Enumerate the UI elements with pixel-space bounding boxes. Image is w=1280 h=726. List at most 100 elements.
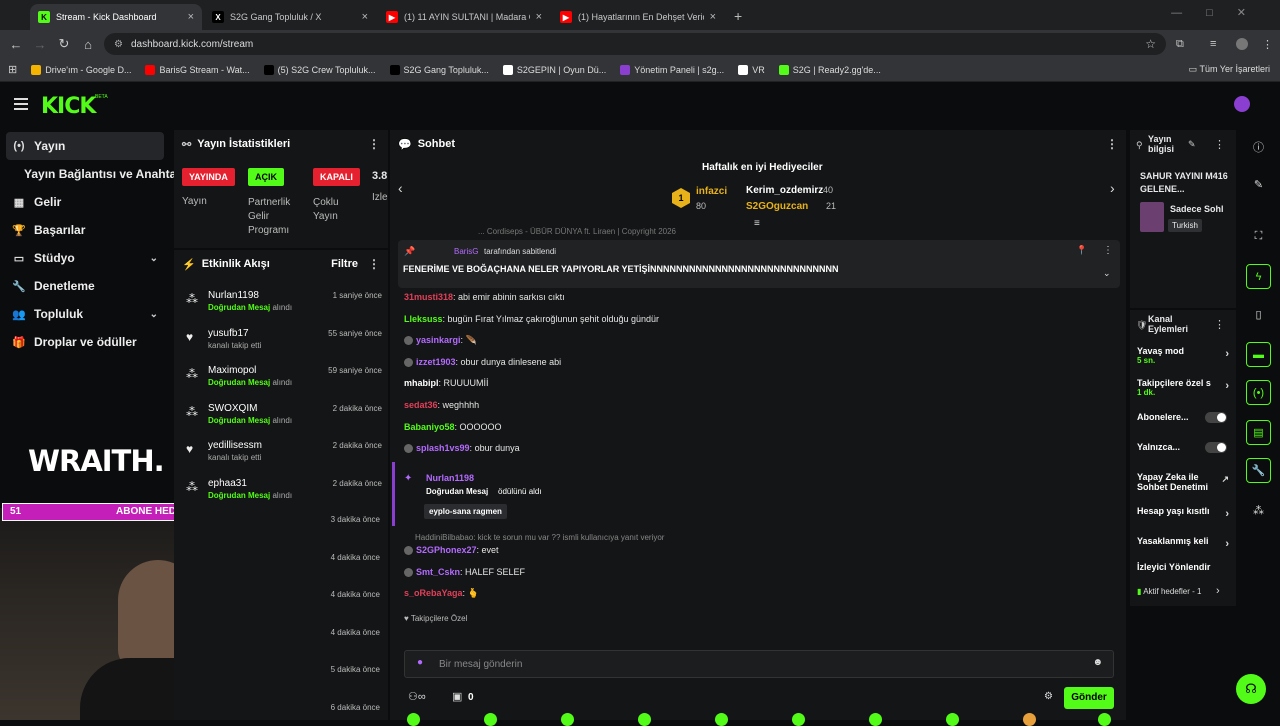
chevron-down-icon[interactable]: ⌄ <box>150 309 158 320</box>
chevron-right-icon[interactable]: › <box>1225 380 1229 392</box>
new-tab-button[interactable]: + <box>734 8 742 24</box>
bookmark-item[interactable]: S2G | Ready2.gg'de... <box>778 64 881 75</box>
mod-rail-icon[interactable]: ▤ <box>1246 420 1271 445</box>
pinned-expand-icon[interactable]: ⌄ <box>1103 268 1111 279</box>
nav-item[interactable]: 🏆 Başarılar <box>0 216 172 244</box>
media-icon[interactable]: ≡ <box>1210 38 1216 50</box>
nav-item[interactable]: 🔧 Denetleme <box>0 272 172 300</box>
channel-action-item[interactable]: Hesap yaşı kısıtlı › <box>1137 506 1229 520</box>
address-bar[interactable]: ⚙ dashboard.kick.com/stream ☆ <box>104 33 1166 55</box>
chevron-down-icon[interactable]: ⌄ <box>150 253 158 264</box>
bookmark-item[interactable]: BarisG Stream - Wat... <box>145 64 250 75</box>
nav-item[interactable]: ▭ Stüdyo ⌄ <box>0 244 172 272</box>
apps-icon[interactable]: ⊞ <box>8 63 17 76</box>
activity-menu-icon[interactable]: ⋮ <box>368 257 380 271</box>
toggle-switch[interactable] <box>1205 442 1227 453</box>
bookmark-item[interactable]: Drive'ım - Google D... <box>31 64 131 75</box>
active-goals-arrow-icon[interactable]: › <box>1216 585 1220 597</box>
chat-username[interactable]: izzet1903 <box>416 357 456 367</box>
send-button[interactable]: Gönder <box>1064 687 1114 709</box>
nav-item[interactable]: 👥 Topluluk ⌄ <box>0 300 172 328</box>
document-icon[interactable]: ▯ <box>1246 302 1271 327</box>
stats-menu-icon[interactable]: ⋮ <box>368 137 380 151</box>
activity-item[interactable]: ♥ yusufb17 kanalı takip etti 55 saniye önce <box>180 324 382 362</box>
activity-item[interactable]: ⁂ Nurlan1198 Doğrudan Mesaj alındı 1 saniye… <box>180 286 382 324</box>
info-menu-icon[interactable]: ⋮ <box>1214 138 1225 151</box>
filter-button[interactable]: Filtre <box>331 258 358 270</box>
bolt-rail-icon[interactable]: ϟ <box>1246 264 1271 289</box>
channel-action-item[interactable]: Yasaklanmış keli › <box>1137 536 1229 550</box>
external-link-icon[interactable]: ↗ <box>1221 474 1229 485</box>
user-avatar[interactable] <box>1234 96 1250 112</box>
all-bookmarks-link[interactable]: ▭ Tüm Yer İşaretleri <box>1189 64 1270 75</box>
info-edit-icon[interactable]: ✎ <box>1188 139 1196 150</box>
emoji-icon[interactable]: ☻ <box>1092 657 1103 668</box>
activity-item[interactable]: ♥ yedillisessm kanalı takip etti 2 dakika ö… <box>180 436 382 474</box>
back-icon[interactable]: ← <box>4 37 28 52</box>
chat-username[interactable]: Babaniyo58 <box>404 422 455 432</box>
menu-icon[interactable]: ⋮ <box>1262 38 1273 51</box>
bookmark-item[interactable]: S2G Gang Topluluk... <box>389 64 489 75</box>
chat-collapse-icon[interactable]: ≡ <box>754 218 760 229</box>
profile-avatar[interactable] <box>1236 38 1248 50</box>
tab-close-icon[interactable]: × <box>710 11 716 23</box>
channel-action-item[interactable]: İzleyici Yönlendir <box>1137 562 1229 572</box>
chat-username[interactable]: yasinkargi <box>416 335 461 345</box>
chat-username[interactable]: mhabipl <box>404 378 439 388</box>
bookmark-item[interactable]: S2GEPIN | Oyun Dü... <box>502 64 606 75</box>
browser-tab[interactable]: ▶ (1) Hayatlarının En Dehşet Veric × <box>552 4 724 30</box>
bookmark-star-icon[interactable]: ☆ <box>1145 37 1156 51</box>
info-icon[interactable]: ⓘ <box>1246 134 1271 159</box>
channel-action-item[interactable]: Yalnızca... <box>1137 442 1229 453</box>
channel-action-item[interactable]: Yapay Zeka ile Sohbet Denetimi ↗ <box>1137 472 1229 492</box>
extensions-icon[interactable]: ⧉ <box>1176 38 1184 51</box>
bookmark-item[interactable]: Yönetim Paneli | s2g... <box>620 64 724 75</box>
channel-action-item[interactable]: Yavaş mod 5 sn. › <box>1137 346 1229 365</box>
browser-tab[interactable]: ▶ (1) 11 AYIN SULTANI | Madara C × <box>378 4 550 30</box>
channel-action-item[interactable]: Abonelere... <box>1137 412 1229 423</box>
chat-username[interactable]: Smt_Cskn <box>416 567 460 577</box>
chevron-right-icon[interactable]: › <box>1225 508 1229 520</box>
browser-tab[interactable]: X S2G Gang Topluluk / X × <box>204 4 376 30</box>
broadcast-rail-icon[interactable]: (•) <box>1246 380 1271 405</box>
reload-icon[interactable]: ↻ <box>52 36 76 52</box>
chat-username[interactable]: Lleksuss <box>404 314 443 324</box>
activity-item[interactable]: ⁂ SWOXQIM Doğrudan Mesaj alındı 2 dakika ön… <box>180 399 382 437</box>
menu-toggle-icon[interactable] <box>14 98 28 113</box>
chat-username[interactable]: s_oRebaYaga <box>404 588 463 598</box>
mic-icon[interactable]: ● <box>417 657 423 668</box>
kick-logo[interactable]: KICK <box>41 94 96 119</box>
nav-item[interactable]: ▦ Gelir <box>0 188 172 216</box>
bookmark-item[interactable]: VR <box>738 64 765 75</box>
forward-icon[interactable]: → <box>28 37 52 52</box>
bookmark-item[interactable]: (5) S2G Crew Topluluk... <box>263 64 376 75</box>
chat-settings-icon[interactable]: ⚙ <box>1044 691 1053 702</box>
nav-subitem-stream-key[interactable]: Yayın Bağlantısı ve Anahtarı <box>0 160 184 188</box>
gift-icon[interactable]: ▣ <box>452 690 462 703</box>
channel-points-icon[interactable]: ⚇∞ <box>408 690 426 703</box>
chat-username[interactable]: 31musti318 <box>404 292 453 302</box>
pinned-menu-icon[interactable]: ⋮ <box>1103 245 1113 256</box>
nav-item[interactable]: 🎁 Droplar ve ödüller <box>0 328 172 356</box>
tab-close-icon[interactable]: × <box>536 11 542 23</box>
home-icon[interactable]: ⌂ <box>76 37 100 52</box>
channel-actions-menu-icon[interactable]: ⋮ <box>1214 318 1225 331</box>
site-info-icon[interactable]: ⚙ <box>114 39 123 50</box>
browser-tab[interactable]: K Stream - Kick Dashboard × <box>30 4 202 30</box>
chevron-right-icon[interactable]: › <box>1225 538 1229 550</box>
drops-rail-icon[interactable]: ⁂ <box>1246 498 1271 523</box>
chat-username[interactable]: S2GPhonex27 <box>416 545 477 555</box>
nav-item[interactable]: (•) Yayın <box>6 132 164 160</box>
activity-item[interactable]: ⁂ Maximopol Doğrudan Mesaj alındı 59 saniye… <box>180 361 382 399</box>
chat-input[interactable]: ● Bir mesaj gönderin ☻ <box>404 650 1114 678</box>
unpin-icon[interactable]: 📍 <box>1076 245 1087 256</box>
support-button[interactable]: ☊ <box>1236 674 1266 704</box>
edit-icon[interactable]: ✎ <box>1246 172 1271 197</box>
activity-item[interactable]: ⁂ ephaa31 Doğrudan Mesaj alındı 2 dakika ön… <box>180 474 382 512</box>
wrench-rail-icon[interactable]: 🔧 <box>1246 458 1271 483</box>
chevron-right-icon[interactable]: › <box>1225 348 1229 360</box>
window-controls[interactable]: —□✕ <box>1171 6 1270 19</box>
chat-rail-icon[interactable]: ▬ <box>1246 342 1271 367</box>
tab-close-icon[interactable]: × <box>362 11 368 23</box>
leaderboard-prev-icon[interactable]: ‹ <box>398 180 403 196</box>
